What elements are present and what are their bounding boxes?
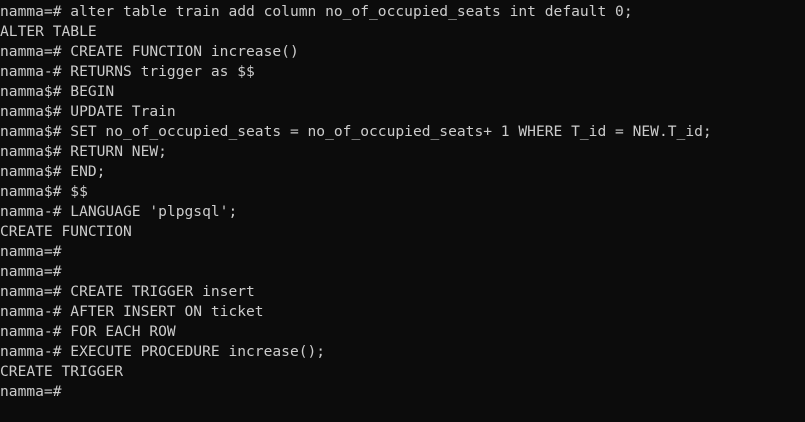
prompt-text: namma=# — [0, 383, 62, 400]
terminal-line: namma=# CREATE TRIGGER insert — [0, 283, 255, 300]
terminal-line: namma$# END; — [0, 163, 106, 180]
terminal-line: CREATE TRIGGER — [0, 363, 124, 380]
terminal-line: namma-# AFTER INSERT ON ticket — [0, 303, 264, 320]
terminal-line: namma=# — [0, 243, 62, 260]
terminal-line: namma-# LANGUAGE 'plpgsql'; — [0, 203, 238, 220]
terminal-line: namma$# RETURN NEW; — [0, 143, 167, 160]
terminal-line: ALTER TABLE — [0, 23, 97, 40]
terminal-line: namma$# BEGIN — [0, 83, 115, 100]
terminal-prompt-line[interactable]: namma=# — [0, 382, 712, 402]
terminal-window[interactable]: namma=# alter table train add column no_… — [0, 0, 805, 422]
terminal-line: namma$# UPDATE Train — [0, 103, 176, 120]
terminal-line: namma=# — [0, 263, 62, 280]
terminal-line: namma=# alter table train add column no_… — [0, 3, 633, 20]
terminal-output: namma=# alter table train add column no_… — [0, 2, 712, 402]
terminal-line: namma$# SET no_of_occupied_seats = no_of… — [0, 123, 712, 140]
terminal-line: namma$# $$ — [0, 183, 88, 200]
terminal-line: namma-# EXECUTE PROCEDURE increase(); — [0, 343, 326, 360]
terminal-line: namma=# CREATE FUNCTION increase() — [0, 43, 299, 60]
terminal-line: CREATE FUNCTION — [0, 223, 132, 240]
terminal-line: namma-# RETURNS trigger as $$ — [0, 63, 255, 80]
terminal-line: namma-# FOR EACH ROW — [0, 323, 176, 340]
